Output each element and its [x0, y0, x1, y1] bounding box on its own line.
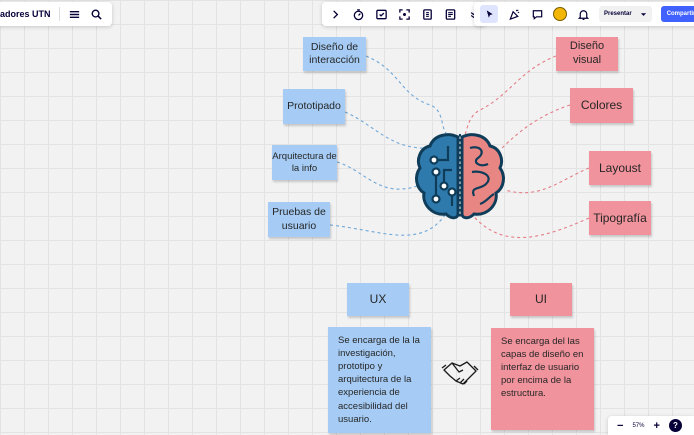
sticky-note-ux[interactable]: Arquitectura de la info: [272, 145, 337, 180]
sticky-note-ui[interactable]: Diseño visual: [556, 37, 618, 71]
ux-description-note[interactable]: Se encarga de la la investigación, proto…: [328, 327, 431, 433]
zoom-in-icon[interactable]: +: [653, 420, 659, 432]
sticky-note-ux[interactable]: Diseño de interacción: [303, 37, 366, 71]
connector-line: [499, 104, 571, 151]
zoom-out-icon[interactable]: −: [617, 420, 623, 432]
brain-icon: [415, 133, 505, 220]
sticky-note-ux[interactable]: Pruebas de usuario: [268, 202, 330, 237]
connector-line: [469, 211, 590, 239]
connector-line: [365, 55, 449, 136]
zoom-controls: − 57% + ?: [608, 416, 694, 435]
sticky-note-ui[interactable]: Tipografía: [589, 201, 651, 235]
sticky-note-ui[interactable]: Layoust: [589, 151, 651, 185]
connector-line: [329, 214, 446, 236]
sticky-note-ux[interactable]: Prototipado: [283, 89, 345, 124]
handshake-icon: [441, 361, 479, 385]
connector-line: [504, 167, 590, 194]
help-icon[interactable]: ?: [668, 419, 682, 432]
ui-title-note[interactable]: UI: [510, 283, 572, 316]
sticky-note-ui[interactable]: Colores: [570, 88, 633, 123]
ux-title-note[interactable]: UX: [347, 283, 409, 316]
ui-description-note[interactable]: Se encarga del las capas de diseño en in…: [491, 328, 594, 430]
zoom-level[interactable]: 57%: [632, 423, 644, 429]
connector-line: [464, 55, 557, 136]
